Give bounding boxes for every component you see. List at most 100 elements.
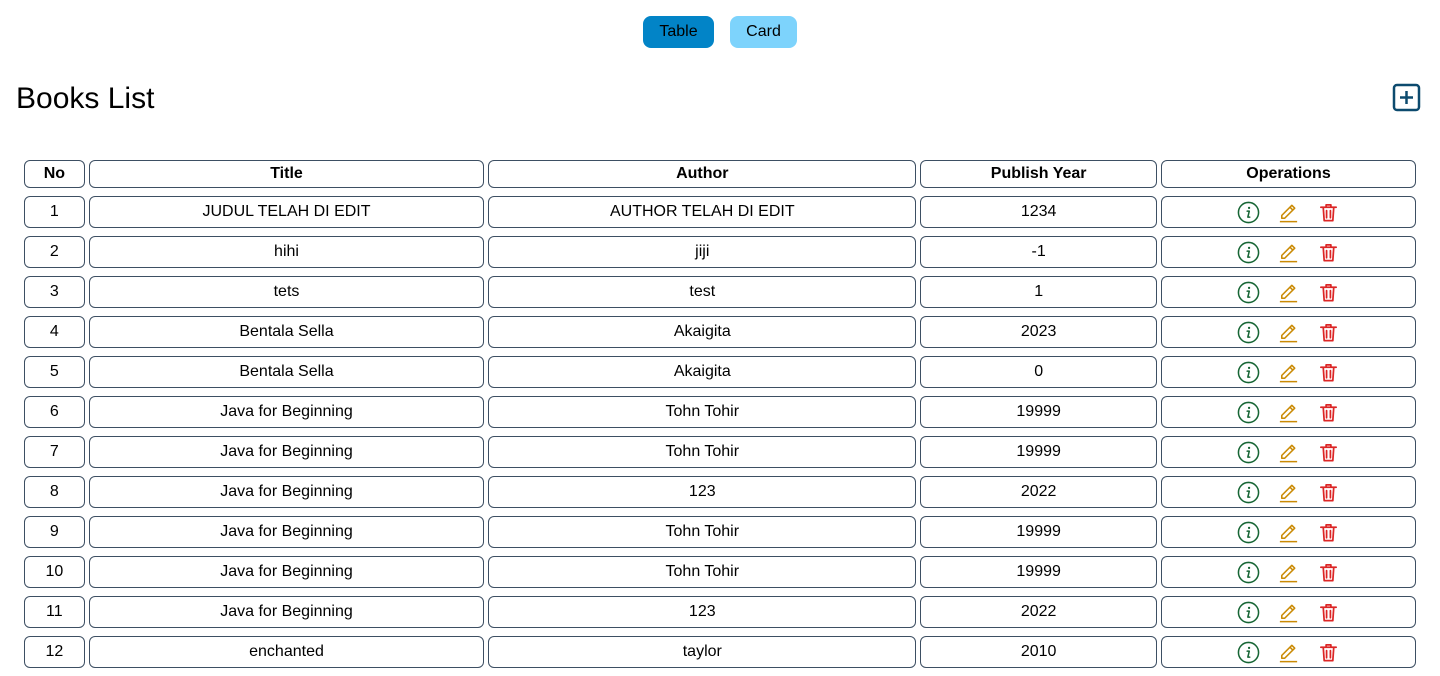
- cell-title: Bentala Sella: [88, 316, 485, 348]
- info-circle-icon[interactable]: [1237, 361, 1260, 384]
- table-row: 9 Java for Beginning Tohn Tohir 19999: [24, 516, 1416, 548]
- cell-publish-year: 0: [920, 356, 1158, 388]
- cell-no: 2: [24, 236, 85, 268]
- operations-group: [1162, 397, 1415, 427]
- cell-author: taylor: [488, 636, 917, 668]
- table-header-row: No Title Author Publish Year Operations: [24, 160, 1416, 188]
- info-circle-icon[interactable]: [1237, 441, 1260, 464]
- cell-operations: [1161, 636, 1416, 668]
- cell-author: Tohn Tohir: [488, 516, 917, 548]
- trash-icon[interactable]: [1317, 601, 1340, 624]
- pencil-edit-icon[interactable]: [1277, 241, 1300, 264]
- trash-icon[interactable]: [1317, 441, 1340, 464]
- cell-title: Bentala Sella: [88, 356, 485, 388]
- info-circle-icon[interactable]: [1237, 641, 1260, 664]
- pencil-edit-icon[interactable]: [1277, 441, 1300, 464]
- pencil-edit-icon[interactable]: [1277, 521, 1300, 544]
- info-circle-icon[interactable]: [1237, 521, 1260, 544]
- cell-no: 5: [24, 356, 85, 388]
- cell-author: Tohn Tohir: [488, 556, 917, 588]
- operations-group: [1162, 357, 1415, 387]
- cell-author: Akaigita: [488, 316, 917, 348]
- pencil-edit-icon[interactable]: [1277, 201, 1300, 224]
- pencil-edit-icon[interactable]: [1277, 601, 1300, 624]
- trash-icon[interactable]: [1317, 361, 1340, 384]
- cell-operations: [1161, 556, 1416, 588]
- table-row: 10 Java for Beginning Tohn Tohir 19999: [24, 556, 1416, 588]
- trash-icon[interactable]: [1317, 201, 1340, 224]
- info-circle-icon[interactable]: [1237, 281, 1260, 304]
- pencil-edit-icon[interactable]: [1277, 361, 1300, 384]
- column-header-title: Title: [88, 160, 485, 188]
- table-row: 4 Bentala Sella Akaigita 2023: [24, 316, 1416, 348]
- cell-operations: [1161, 276, 1416, 308]
- cell-publish-year: 19999: [920, 556, 1158, 588]
- info-circle-icon[interactable]: [1237, 401, 1260, 424]
- cell-author: 123: [488, 476, 917, 508]
- page-header: Books List: [16, 80, 1421, 120]
- pencil-edit-icon[interactable]: [1277, 401, 1300, 424]
- cell-no: 10: [24, 556, 85, 588]
- info-circle-icon[interactable]: [1237, 201, 1260, 224]
- add-book-button[interactable]: [1392, 83, 1421, 112]
- trash-icon[interactable]: [1317, 241, 1340, 264]
- cell-title: Java for Beginning: [88, 436, 485, 468]
- cell-title: tets: [88, 276, 485, 308]
- cell-operations: [1161, 236, 1416, 268]
- info-circle-icon[interactable]: [1237, 321, 1260, 344]
- table-row: 7 Java for Beginning Tohn Tohir 19999: [24, 436, 1416, 468]
- pencil-edit-icon[interactable]: [1277, 321, 1300, 344]
- cell-author: Tohn Tohir: [488, 436, 917, 468]
- pencil-edit-icon[interactable]: [1277, 561, 1300, 584]
- table-view-button[interactable]: Table: [643, 16, 714, 48]
- table-row: 11 Java for Beginning 123 2022: [24, 596, 1416, 628]
- cell-title: Java for Beginning: [88, 556, 485, 588]
- card-view-button[interactable]: Card: [730, 16, 797, 48]
- cell-title: Java for Beginning: [88, 596, 485, 628]
- cell-publish-year: 2022: [920, 476, 1158, 508]
- cell-operations: [1161, 436, 1416, 468]
- trash-icon[interactable]: [1317, 561, 1340, 584]
- column-header-no: No: [24, 160, 85, 188]
- info-circle-icon[interactable]: [1237, 601, 1260, 624]
- operations-group: [1162, 637, 1415, 667]
- cell-operations: [1161, 396, 1416, 428]
- cell-publish-year: 19999: [920, 436, 1158, 468]
- info-circle-icon[interactable]: [1237, 241, 1260, 264]
- cell-operations: [1161, 356, 1416, 388]
- operations-group: [1162, 517, 1415, 547]
- cell-title: JUDUL TELAH DI EDIT: [88, 196, 485, 228]
- trash-icon[interactable]: [1317, 641, 1340, 664]
- cell-no: 11: [24, 596, 85, 628]
- trash-icon[interactable]: [1317, 521, 1340, 544]
- pencil-edit-icon[interactable]: [1277, 481, 1300, 504]
- table-row: 2 hihi jiji -1: [24, 236, 1416, 268]
- cell-publish-year: 2022: [920, 596, 1158, 628]
- trash-icon[interactable]: [1317, 401, 1340, 424]
- cell-operations: [1161, 596, 1416, 628]
- cell-title: Java for Beginning: [88, 396, 485, 428]
- operations-group: [1162, 437, 1415, 467]
- cell-operations: [1161, 516, 1416, 548]
- trash-icon[interactable]: [1317, 281, 1340, 304]
- cell-no: 8: [24, 476, 85, 508]
- table-row: 3 tets test 1: [24, 276, 1416, 308]
- cell-no: 12: [24, 636, 85, 668]
- cell-title: hihi: [88, 236, 485, 268]
- column-header-publish-year: Publish Year: [920, 160, 1158, 188]
- cell-author: 123: [488, 596, 917, 628]
- trash-icon[interactable]: [1317, 321, 1340, 344]
- info-circle-icon[interactable]: [1237, 481, 1260, 504]
- cell-operations: [1161, 196, 1416, 228]
- cell-author: Tohn Tohir: [488, 396, 917, 428]
- table-body: 1 JUDUL TELAH DI EDIT AUTHOR TELAH DI EDIT…: [24, 196, 1416, 668]
- cell-publish-year: 2010: [920, 636, 1158, 668]
- pencil-edit-icon[interactable]: [1277, 281, 1300, 304]
- pencil-edit-icon[interactable]: [1277, 641, 1300, 664]
- operations-group: [1162, 277, 1415, 307]
- cell-publish-year: 1234: [920, 196, 1158, 228]
- column-header-author: Author: [488, 160, 917, 188]
- info-circle-icon[interactable]: [1237, 561, 1260, 584]
- operations-group: [1162, 597, 1415, 627]
- trash-icon[interactable]: [1317, 481, 1340, 504]
